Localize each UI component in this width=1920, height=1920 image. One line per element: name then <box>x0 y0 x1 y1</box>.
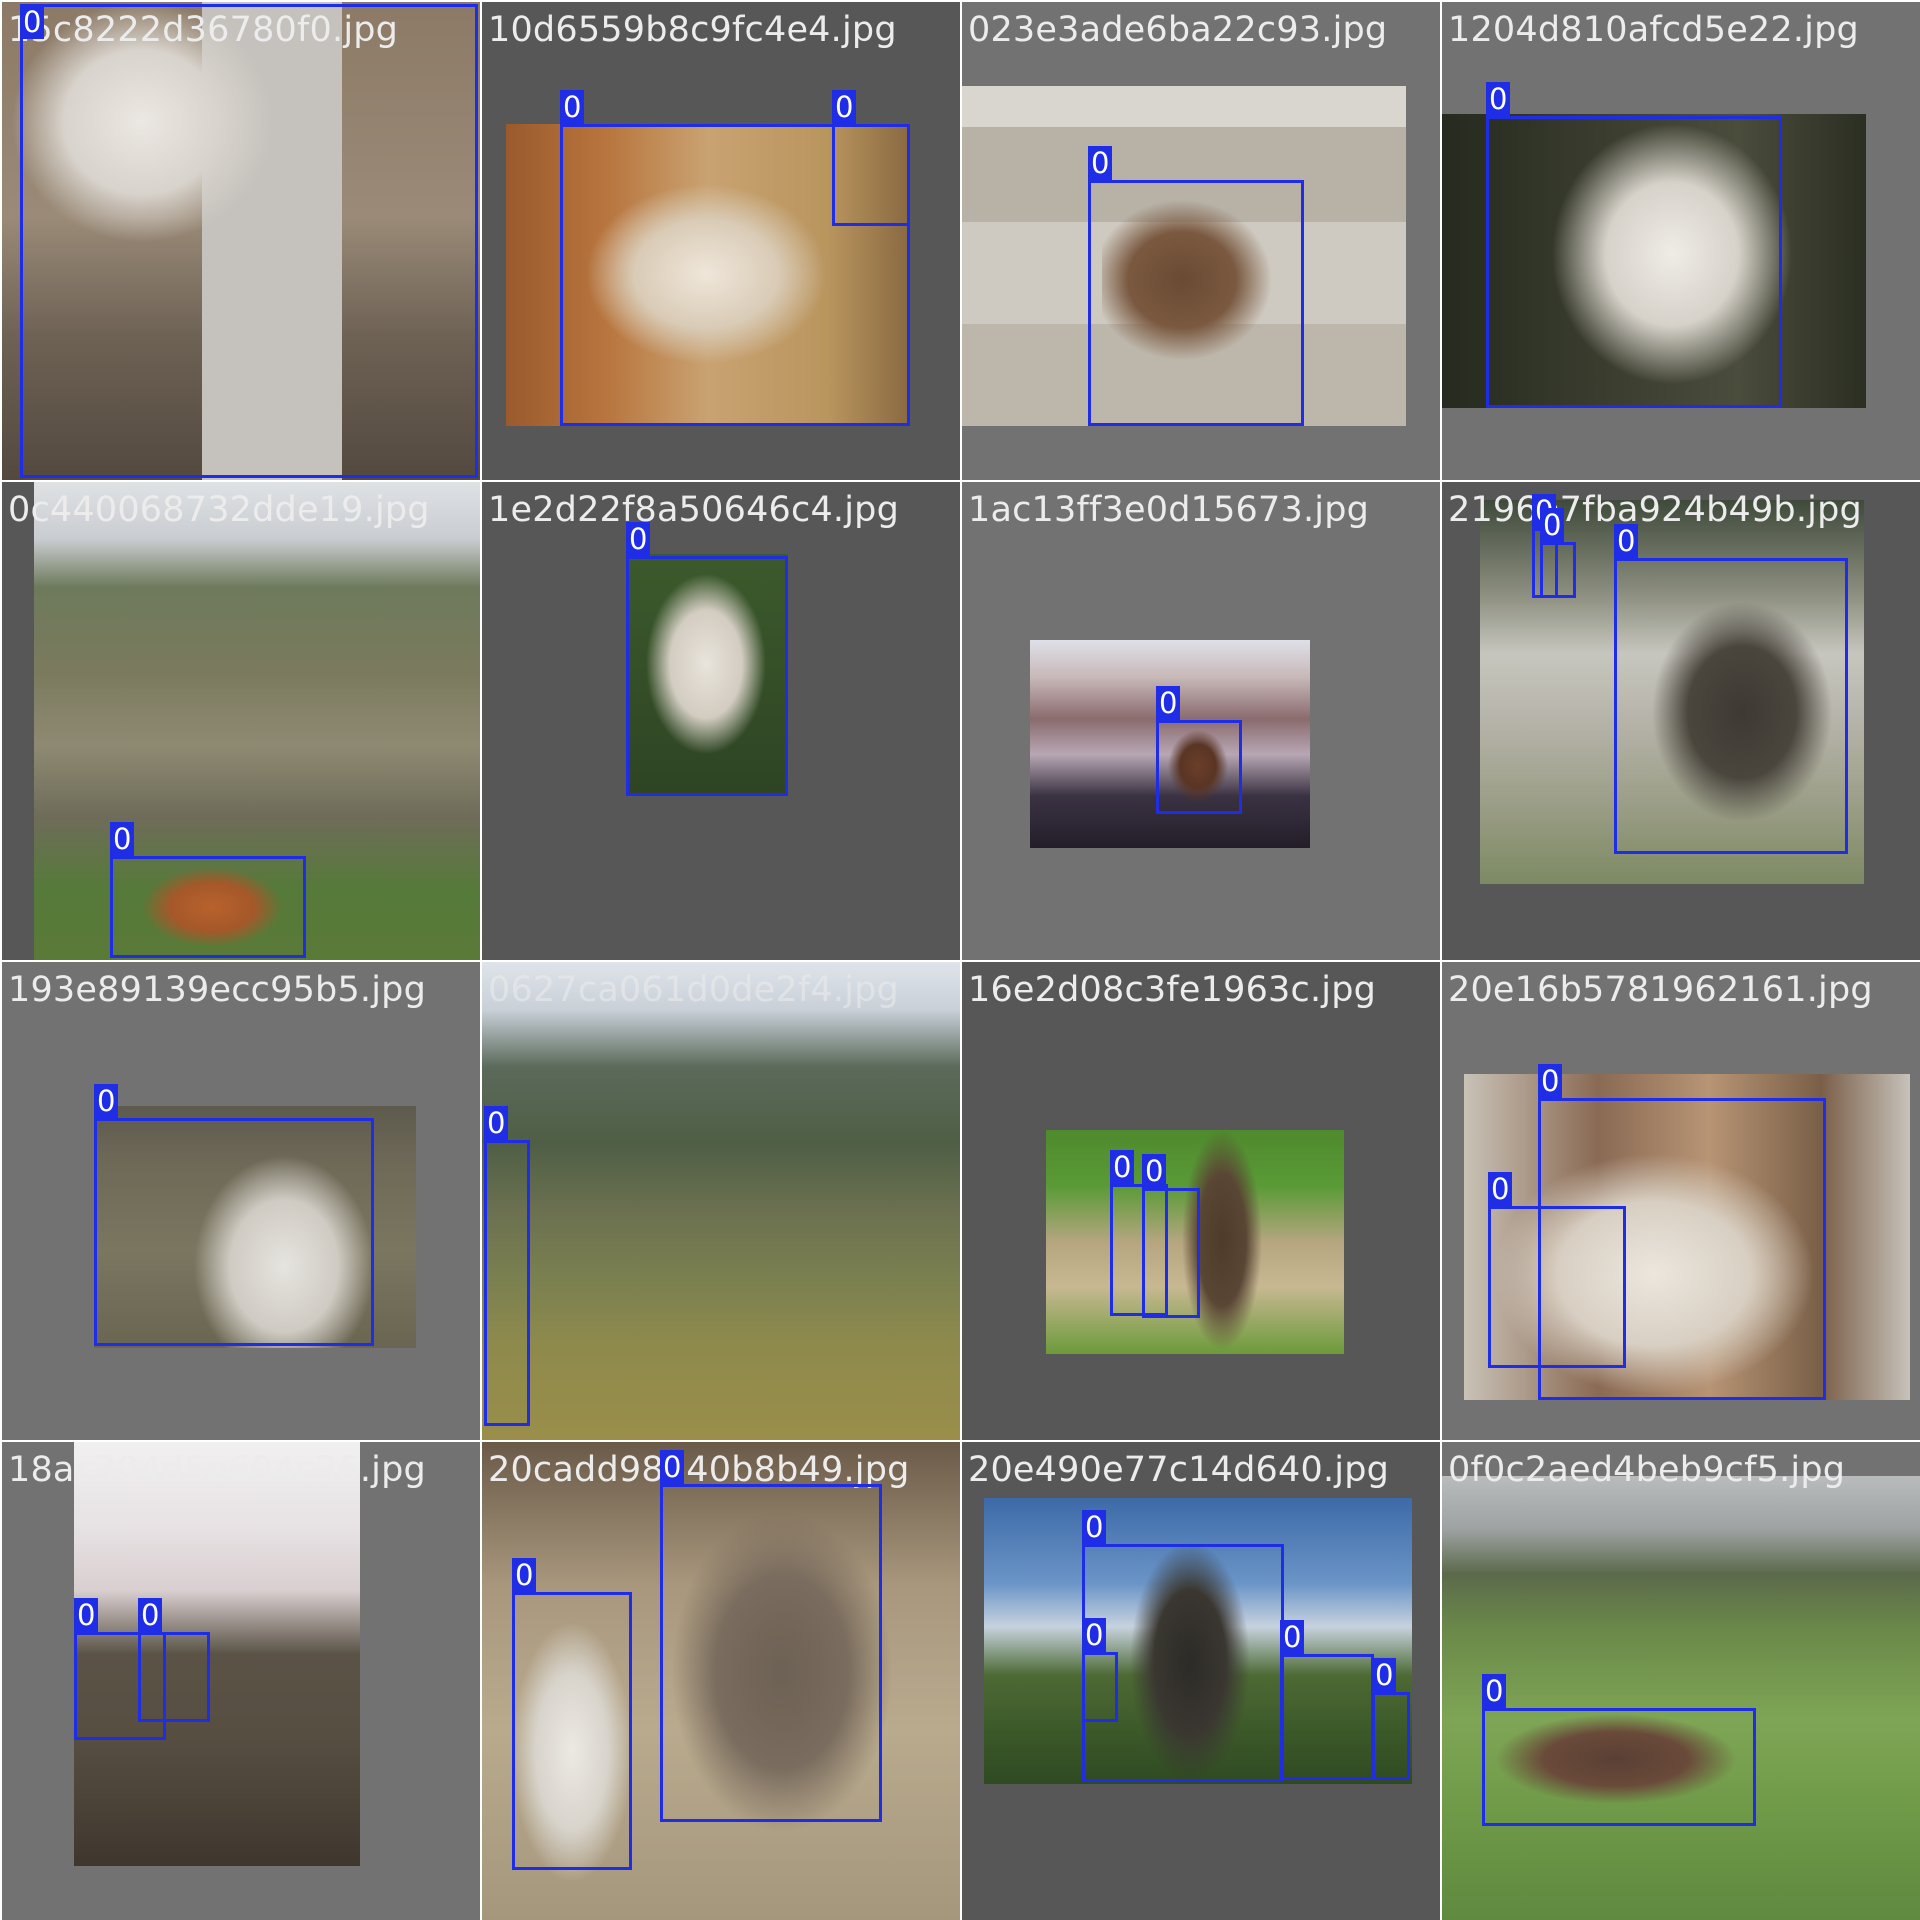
class-label: 0 <box>94 1084 119 1118</box>
class-label: 0 <box>110 822 135 856</box>
detection-box[interactable]: 0 <box>110 822 306 958</box>
detection-box[interactable]: 0 <box>1156 686 1242 814</box>
class-label: 0 <box>832 90 857 124</box>
detection-box[interactable]: 0 <box>1088 146 1304 426</box>
class-label: 0 <box>1280 1620 1305 1654</box>
mosaic-tile[interactable]: 15c8222d36780f0.jpg 0 <box>2 2 480 480</box>
mosaic-tile[interactable]: 16e2d08c3fe1963c.jpg 0 0 <box>962 962 1440 1440</box>
mosaic-tile[interactable]: 0c440068732dde19.jpg 0 <box>2 482 480 960</box>
class-label: 0 <box>660 1450 685 1484</box>
class-label: 0 <box>1110 1150 1135 1184</box>
mosaic-tile[interactable]: 1e2d22f8a50646c4.jpg 0 <box>482 482 960 960</box>
tile-filename: 20e16b5781962161.jpg <box>1448 970 1873 1010</box>
class-label: 0 <box>1372 1658 1397 1692</box>
tile-filename: 0627ca061d0de2f4.jpg <box>488 970 899 1010</box>
class-label: 0 <box>512 1558 537 1592</box>
class-label: 0 <box>1156 686 1181 720</box>
mosaic-tile[interactable]: 1ac13ff3e0d15673.jpg 0 <box>962 482 1440 960</box>
tile-filename: 0c440068732dde19.jpg <box>8 490 430 530</box>
class-label: 0 <box>20 5 45 39</box>
class-label: 0 <box>626 522 651 556</box>
detection-box[interactable]: 0 <box>1540 508 1576 598</box>
class-label: 0 <box>1540 508 1565 542</box>
detection-box[interactable]: 0 <box>832 90 910 226</box>
detection-box[interactable]: 0 <box>626 522 788 796</box>
detection-box[interactable]: 0 <box>512 1558 632 1870</box>
tile-filename: 0f0c2aed4beb9cf5.jpg <box>1448 1450 1846 1490</box>
mosaic-tile[interactable]: 1204d810afcd5e22.jpg 0 <box>1442 2 1920 480</box>
photo-herd-in-pasture <box>1442 1476 1920 1920</box>
tile-filename: 193e89139ecc95b5.jpg <box>8 970 427 1010</box>
tile-filename: 2196e7fba924b49b.jpg <box>1448 490 1862 530</box>
detection-box[interactable]: 0 <box>94 1084 374 1346</box>
detection-box[interactable]: 0 <box>1614 524 1848 854</box>
mosaic-tile[interactable]: 20cadd98440b8b49.jpg 0 0 <box>482 1442 960 1920</box>
detection-box[interactable]: 0 <box>1482 1674 1756 1826</box>
detection-box[interactable]: 0 <box>138 1598 210 1722</box>
class-label: 0 <box>1482 1674 1507 1708</box>
mosaic-tile[interactable]: 20e16b5781962161.jpg 0 0 <box>1442 962 1920 1440</box>
class-label: 0 <box>138 1598 163 1632</box>
detection-box[interactable]: 0 <box>1488 1172 1626 1368</box>
photo-huayna-picchu <box>482 962 960 1440</box>
tile-filename: 1204d810afcd5e22.jpg <box>1448 10 1859 50</box>
tile-filename: 20e490e77c14d640.jpg <box>968 1450 1390 1490</box>
class-label: 0 <box>1486 82 1511 116</box>
detection-box[interactable]: 0 <box>20 4 478 478</box>
detection-box[interactable]: 0 <box>1372 1658 1410 1780</box>
mosaic-tile[interactable]: 18ac304d5e604c36.jpg 0 0 <box>2 1442 480 1920</box>
mosaic-tile[interactable]: 0627ca061d0de2f4.jpg 0 <box>482 962 960 1440</box>
mosaic-tile[interactable]: 2196e7fba924b49b.jpg 0 0 0 <box>1442 482 1920 960</box>
tile-filename: 1e2d22f8a50646c4.jpg <box>488 490 899 530</box>
class-label: 0 <box>560 90 585 124</box>
mosaic-tile[interactable]: 023e3ade6ba22c93.jpg 0 <box>962 2 1440 480</box>
detection-box[interactable]: 0 <box>1142 1154 1200 1318</box>
tile-filename: 1ac13ff3e0d15673.jpg <box>968 490 1370 530</box>
mosaic-tile[interactable]: 10d6559b8c9fc4e4.jpg 0 0 <box>482 2 960 480</box>
detection-mosaic-grid: 15c8222d36780f0.jpg 0 10d6559b8c9fc4e4.j… <box>0 0 1920 1920</box>
class-label: 0 <box>1142 1154 1167 1188</box>
class-label: 0 <box>1488 1172 1513 1206</box>
tile-filename: 023e3ade6ba22c93.jpg <box>968 10 1388 50</box>
class-label: 0 <box>1088 146 1113 180</box>
class-label: 0 <box>1082 1510 1107 1544</box>
mosaic-tile[interactable]: 0f0c2aed4beb9cf5.jpg 0 <box>1442 1442 1920 1920</box>
class-label: 0 <box>1538 1064 1563 1098</box>
tile-filename: 18ac304d5e604c36.jpg <box>8 1450 426 1490</box>
class-label: 0 <box>74 1598 99 1632</box>
detection-box[interactable]: 0 <box>1082 1618 1118 1722</box>
class-label: 0 <box>1082 1618 1107 1652</box>
detection-box[interactable]: 0 <box>660 1450 882 1822</box>
tile-filename: 16e2d08c3fe1963c.jpg <box>968 970 1377 1010</box>
mosaic-tile[interactable]: 20e490e77c14d640.jpg 0 0 0 0 <box>962 1442 1440 1920</box>
detection-box[interactable]: 0 <box>1280 1620 1374 1780</box>
detection-box[interactable]: 0 <box>484 1106 530 1426</box>
mosaic-tile[interactable]: 193e89139ecc95b5.jpg 0 <box>2 962 480 1440</box>
detection-box[interactable]: 0 <box>1486 82 1782 408</box>
tile-filename: 10d6559b8c9fc4e4.jpg <box>488 10 897 50</box>
class-label: 0 <box>484 1106 509 1140</box>
class-label: 0 <box>1614 524 1639 558</box>
